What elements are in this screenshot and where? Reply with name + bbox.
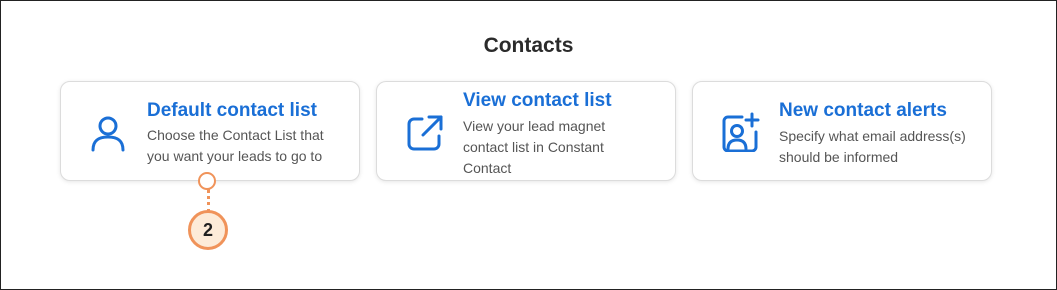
user-icon — [91, 116, 125, 152]
card-description: Choose the Contact List that you want yo… — [147, 127, 324, 164]
section-title: Contacts — [483, 34, 574, 57]
card-description: Specify what email address(s) should be … — [779, 128, 966, 165]
callout-number-badge: 2 — [188, 210, 228, 250]
external-link-icon — [407, 115, 443, 151]
contacts-panel: Contacts Default contact list Choose the… — [0, 0, 1057, 290]
add-contact-icon — [722, 112, 760, 152]
card-title: View contact list — [463, 90, 612, 111]
new-contact-alerts-card[interactable]: New contact alerts Specify what email ad… — [692, 81, 992, 181]
callout-anchor-dot — [198, 172, 216, 190]
card-title: Default contact list — [147, 100, 317, 121]
card-title: New contact alerts — [779, 100, 947, 121]
default-contact-list-card[interactable]: Default contact list Choose the Contact … — [60, 81, 360, 181]
view-contact-list-card[interactable]: View contact list View your lead magnet … — [376, 81, 676, 181]
card-description: View your lead magnet contact list in Co… — [463, 118, 606, 176]
